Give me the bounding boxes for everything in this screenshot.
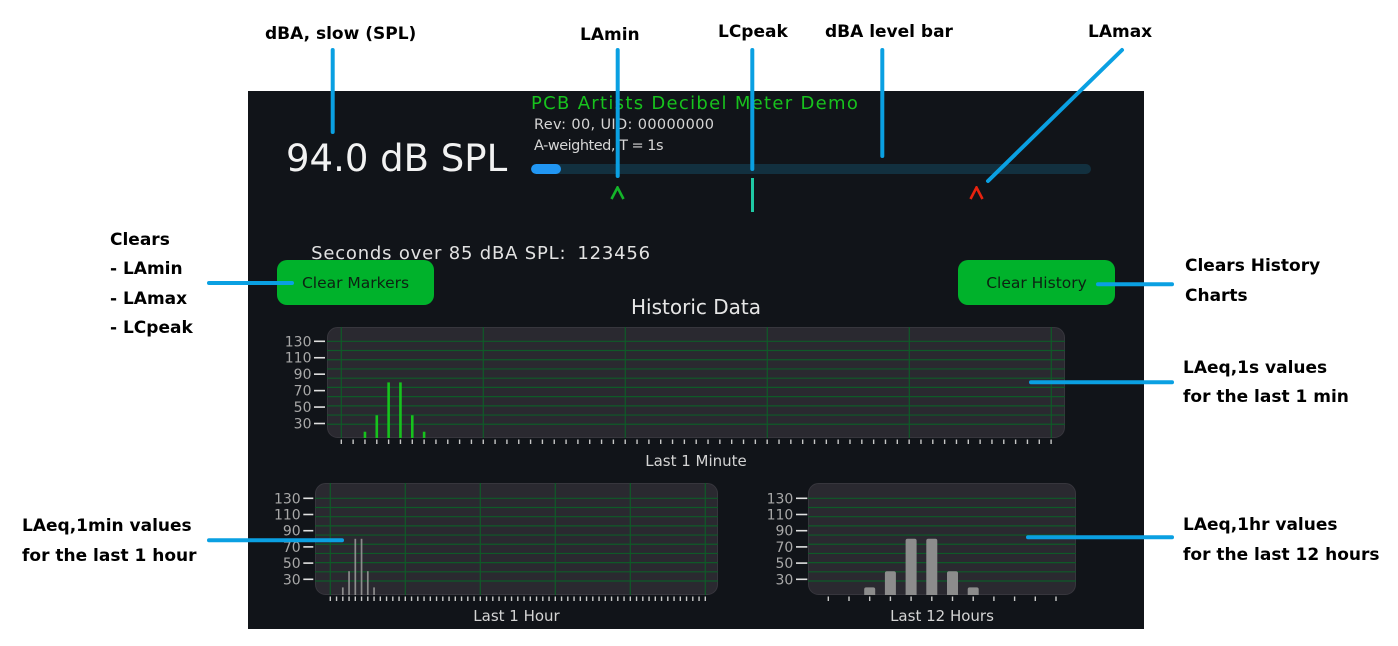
y-tick-label: 30 [283,572,301,588]
chart-last-12-hours: 13011090705030 [767,483,1076,601]
bar [926,538,938,595]
y-tick-label: 30 [294,417,312,433]
app-title: PCB Artists Decibel Meter Demo [531,93,860,114]
annotation-chart-1hr: LAeq,1hr values for the last 12 hours [1183,511,1379,570]
lamin-marker [610,186,625,200]
annotation-line-text: - LAmax [110,288,188,309]
annotation-clear-markers: Clears - LAmin - LAmax - LCpeak [110,226,193,344]
annotation-lcpeak-label: LCpeak [718,22,788,42]
caret-up-icon [969,186,984,200]
seconds-over-value: 123456 [577,242,651,264]
y-tick-label: 130 [274,491,301,507]
spl-reading: 94.0 dB SPL [286,137,508,180]
bar [905,538,917,595]
chart-label-last-1-hour: Last 1 Hour [473,606,560,625]
annotation-line-text: for the last 12 hours [1183,544,1380,565]
annotation-line-text: LAeq,1min values [22,516,192,537]
y-tick-label: 130 [767,491,794,507]
y-tick-label: 30 [775,572,793,588]
annotation-line-text: Clears [110,229,170,250]
level-bar-fill [531,164,562,174]
annotation-line-text: Charts [1185,285,1248,306]
bar [348,571,350,595]
device-screen: PCB Artists Decibel Meter Demo Rev: 00, … [248,91,1144,629]
annotation-chart-1s: LAeq,1s values for the last 1 min [1183,354,1349,413]
y-tick-label: 90 [294,367,312,383]
revision-uid-text: Rev: 00, UID: 00000000 [534,117,715,134]
bar [360,538,363,595]
y-tick-label: 70 [294,384,312,400]
y-tick-label: 50 [775,556,793,572]
annotation-line-text: for the last 1 min [1183,387,1349,408]
chart-plot-area [327,327,1065,438]
chart-plot-area [808,483,1076,595]
chart-label-last-12-hours: Last 12 Hours [890,606,994,625]
level-bar [531,164,1091,174]
annotation-line-text: LAeq,1hr values [1183,515,1338,535]
y-tick-label: 110 [274,508,301,524]
bar [375,415,379,438]
bar [410,415,414,438]
annotation-line-text: for the last 1 hour [22,545,197,566]
bar [864,587,876,595]
annotation-line-text: - LCpeak [110,318,193,339]
bar [387,382,390,438]
annotation-line-text: LAeq,1s values [1183,357,1328,378]
y-tick-label: 70 [283,540,301,556]
annotation-spl-label: dBA, slow (SPL) [265,24,417,44]
weighting-text: A-weighted, T = 1s [534,138,664,155]
chart-last-1-minute: 13011090705030 [285,327,1065,444]
historic-data-heading: Historic Data [631,295,761,319]
bar [967,587,979,595]
y-tick-label: 110 [767,508,794,524]
lcpeak-marker [750,178,754,212]
annotation-lamax-label: LAmax [1088,22,1153,42]
bar [354,538,357,595]
chart-last-1-hour: 13011090705030 [274,483,718,601]
annotation-chart-1min: LAeq,1min values for the last 1 hour [22,512,197,571]
y-tick-label: 70 [775,540,793,556]
y-tick-label: 50 [283,556,301,572]
annotation-line-text: - LAmin [110,259,183,280]
y-tick-label: 90 [283,524,301,540]
annotation-level-bar-label: dBA level bar [825,22,953,42]
annotation-line-text: Clears History [1185,256,1321,277]
bar [399,382,402,438]
bar [947,571,958,595]
chart-plot-area [315,483,718,595]
y-tick-label: 110 [285,351,312,367]
bar [341,587,344,595]
y-tick-label: 90 [775,524,793,540]
annotation-clear-history: Clears History Charts [1185,252,1320,311]
y-tick-label: 50 [294,400,312,416]
chart-label-last-1-minute: Last 1 Minute [645,452,747,470]
bar [366,571,369,595]
lamax-marker [969,186,984,200]
bar [884,571,896,595]
caret-up-icon [610,186,625,200]
annotation-lamin-label: LAmin [580,25,640,45]
bar [373,587,375,595]
y-tick-label: 130 [285,334,312,350]
